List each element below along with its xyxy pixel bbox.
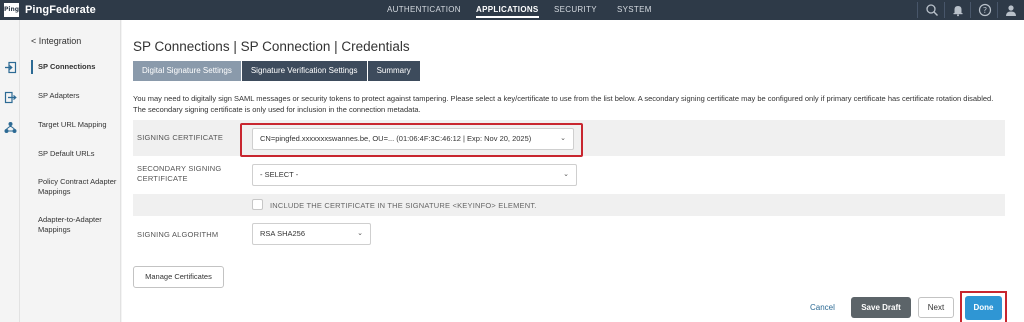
signing-certificate-select[interactable]: CN=pingfed.xxxxxxxswannes.be, OU=... (01… bbox=[252, 128, 574, 150]
instructions-text: You may need to digitally sign SAML mess… bbox=[133, 93, 1023, 115]
cancel-link[interactable]: Cancel bbox=[810, 303, 835, 312]
svg-text:?: ? bbox=[983, 6, 987, 15]
done-button[interactable]: Done bbox=[965, 296, 1002, 320]
help-icon[interactable]: ? bbox=[978, 3, 992, 17]
nav-security[interactable]: SECURITY bbox=[554, 5, 597, 14]
signing-certificate-row: SIGNING CERTIFICATE CN=pingfed.xxxxxxxsw… bbox=[133, 120, 1005, 157]
divider bbox=[917, 2, 918, 18]
signing-certificate-value: CN=pingfed.xxxxxxxswannes.be, OU=... (01… bbox=[260, 134, 532, 143]
left-icon-strip bbox=[0, 20, 20, 322]
sidebar-active-indicator bbox=[31, 60, 33, 74]
manage-certificates-button[interactable]: Manage Certificates bbox=[133, 266, 224, 288]
save-draft-button[interactable]: Save Draft bbox=[851, 297, 911, 318]
app-logo[interactable]: Ping PingFederate bbox=[4, 3, 96, 17]
signing-algorithm-row: SIGNING ALGORITHM RSA SHA256 ⌄ bbox=[133, 220, 1005, 250]
network-icon[interactable] bbox=[4, 121, 17, 134]
next-button[interactable]: Next bbox=[918, 297, 954, 318]
include-certificate-checkbox[interactable] bbox=[252, 199, 263, 210]
tab-summary[interactable]: Summary bbox=[367, 61, 420, 81]
wizard-tabs: Digital Signature Settings Signature Ver… bbox=[133, 61, 421, 81]
sidebar-item-sp-adapters[interactable]: SP Adapters bbox=[38, 91, 120, 101]
tab-signature-verification-settings[interactable]: Signature Verification Settings bbox=[241, 61, 367, 81]
nav-system[interactable]: SYSTEM bbox=[617, 5, 652, 14]
include-certificate-row: INCLUDE THE CERTIFICATE IN THE SIGNATURE… bbox=[133, 194, 1005, 216]
sidebar: < Integration SP Connections SP Adapters… bbox=[21, 20, 121, 322]
secondary-certificate-value: - SELECT - bbox=[260, 170, 299, 179]
divider bbox=[997, 2, 998, 18]
nav-authentication[interactable]: AUTHENTICATION bbox=[387, 5, 461, 14]
secondary-certificate-label: SECONDARY SIGNING CERTIFICATE bbox=[137, 164, 222, 183]
tab-digital-signature-settings[interactable]: Digital Signature Settings bbox=[133, 61, 241, 81]
signing-algorithm-label: SIGNING ALGORITHM bbox=[137, 230, 219, 239]
search-icon[interactable] bbox=[925, 3, 939, 17]
sidebar-back-link[interactable]: < Integration bbox=[31, 36, 81, 46]
signing-certificate-label: SIGNING CERTIFICATE bbox=[137, 133, 224, 142]
include-certificate-label: INCLUDE THE CERTIFICATE IN THE SIGNATURE… bbox=[270, 201, 537, 210]
app-name: PingFederate bbox=[25, 4, 96, 16]
sidebar-item-policy-contract-adapter-mappings[interactable]: Policy Contract Adapter Mappings bbox=[38, 177, 120, 197]
sign-in-icon[interactable] bbox=[4, 61, 17, 74]
nav-applications[interactable]: APPLICATIONS bbox=[476, 5, 539, 18]
ping-logo-mark: Ping bbox=[4, 3, 19, 17]
divider bbox=[970, 2, 971, 18]
chevron-down-icon: ⌄ bbox=[560, 135, 566, 142]
chevron-down-icon: ⌄ bbox=[357, 230, 363, 237]
signing-algorithm-select[interactable]: RSA SHA256 ⌄ bbox=[252, 223, 371, 245]
page-title: SP Connections | SP Connection | Credent… bbox=[133, 39, 410, 54]
divider bbox=[944, 2, 945, 18]
user-icon[interactable] bbox=[1004, 3, 1018, 17]
main-content: SP Connections | SP Connection | Credent… bbox=[122, 20, 1024, 322]
instructions-line-2: The secondary signing certificate is onl… bbox=[133, 105, 421, 114]
sign-out-icon[interactable] bbox=[4, 91, 17, 104]
sidebar-item-sp-default-urls[interactable]: SP Default URLs bbox=[38, 149, 120, 159]
secondary-certificate-row: SECONDARY SIGNING CERTIFICATE - SELECT -… bbox=[133, 158, 1005, 192]
sidebar-item-adapter-to-adapter-mappings[interactable]: Adapter-to-Adapter Mappings bbox=[38, 215, 120, 235]
instructions-line-1: You may need to digitally sign SAML mess… bbox=[133, 94, 994, 103]
top-navigation-bar: Ping PingFederate AUTHENTICATION APPLICA… bbox=[0, 0, 1024, 20]
secondary-certificate-select[interactable]: - SELECT - ⌄ bbox=[252, 164, 577, 186]
sidebar-item-target-url-mapping[interactable]: Target URL Mapping bbox=[38, 120, 120, 130]
signing-algorithm-value: RSA SHA256 bbox=[260, 229, 306, 238]
bell-icon[interactable] bbox=[951, 3, 965, 17]
chevron-down-icon: ⌄ bbox=[563, 171, 569, 178]
sidebar-item-sp-connections[interactable]: SP Connections bbox=[38, 62, 120, 72]
